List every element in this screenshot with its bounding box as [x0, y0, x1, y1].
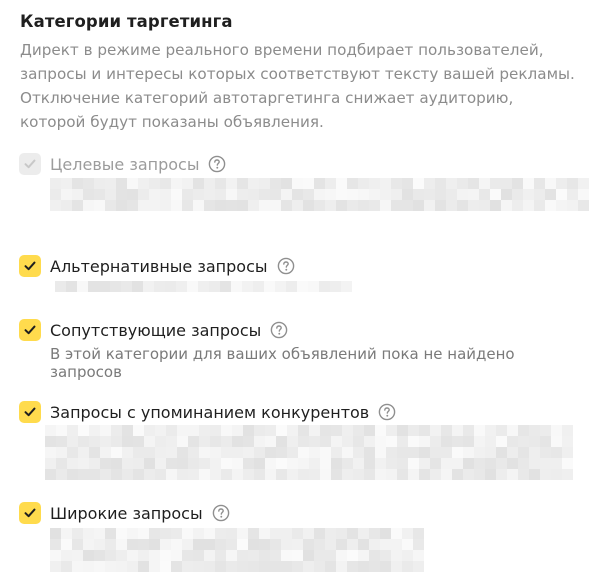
question-circle-icon[interactable] — [270, 321, 288, 339]
category-label-related: Сопутствующие запросы — [50, 320, 262, 340]
category-broad[interactable]: Широкие запросы — [19, 501, 230, 525]
checkbox-alternative[interactable] — [19, 255, 41, 277]
category-label-alternative: Альтернативные запросы — [50, 256, 268, 276]
category-label-broad: Широкие запросы — [50, 503, 203, 523]
question-circle-icon[interactable] — [212, 504, 230, 522]
category-note-related: В этой категории для ваших объявлений по… — [50, 345, 515, 381]
blurred-queries-competitors — [45, 425, 575, 480]
check-icon — [24, 407, 36, 417]
checkbox-competitors[interactable] — [19, 401, 41, 423]
check-icon — [24, 159, 36, 169]
checkbox-related[interactable] — [19, 319, 41, 341]
check-icon — [24, 325, 36, 335]
question-circle-icon[interactable] — [378, 403, 396, 421]
category-label-competitors: Запросы с упоминанием конкурентов — [50, 402, 370, 422]
question-circle-icon[interactable] — [208, 155, 226, 173]
category-label-targeted: Целевые запросы — [50, 154, 200, 174]
question-circle-icon[interactable] — [277, 257, 295, 275]
category-competitors[interactable]: Запросы с упоминанием конкурентов — [19, 400, 396, 424]
checkbox-targeted — [19, 153, 41, 175]
blurred-queries-alternative — [55, 281, 360, 295]
checkbox-broad[interactable] — [19, 502, 41, 524]
section-title: Категории таргетинга — [20, 12, 233, 31]
section-description: Директ в режиме реального времени подбир… — [20, 41, 575, 131]
check-icon — [24, 508, 36, 518]
check-icon — [24, 261, 36, 271]
blurred-queries-targeted — [50, 178, 590, 218]
category-alternative[interactable]: Альтернативные запросы — [19, 254, 295, 278]
blurred-queries-broad — [50, 528, 430, 572]
category-targeted: Целевые запросы — [19, 152, 226, 176]
category-related[interactable]: Сопутствующие запросы — [19, 318, 288, 342]
